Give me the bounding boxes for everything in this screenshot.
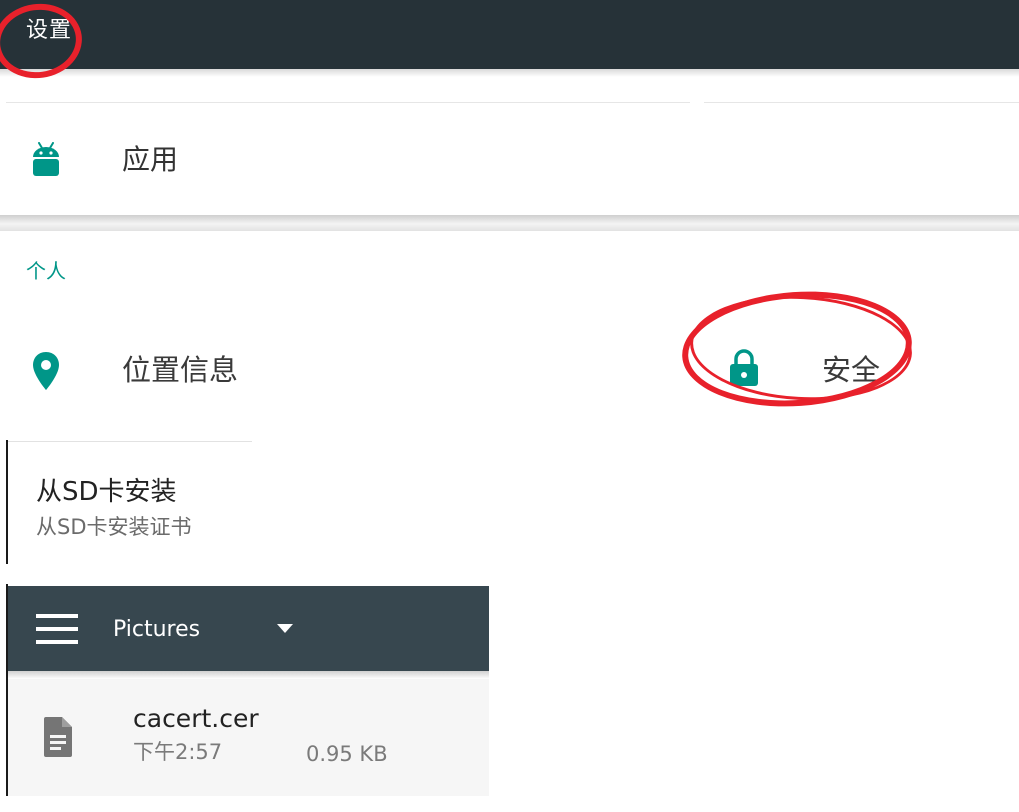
document-icon — [44, 717, 72, 757]
android-icon — [33, 142, 59, 176]
dropdown-arrow-icon[interactable] — [274, 620, 296, 636]
file-picker-toolbar — [8, 586, 489, 671]
install-from-sd-subtitle: 从SD卡安装证书 — [36, 515, 192, 539]
install-from-sd-title[interactable]: 从SD卡安装 — [36, 476, 177, 508]
file-modified-time: 下午2:57 — [133, 740, 223, 764]
section-separator — [0, 215, 1019, 231]
hamburger-menu-icon[interactable] — [36, 614, 78, 644]
divider — [8, 441, 252, 442]
file-name: cacert.cer — [133, 704, 259, 733]
settings-app-bar — [0, 0, 1019, 69]
settings-item-apps-label: 应用 — [122, 143, 179, 176]
location-pin-icon — [33, 352, 59, 390]
toolbar-shadow — [8, 671, 489, 679]
settings-item-location[interactable]: 位置信息 — [122, 352, 238, 388]
section-header-personal: 个人 — [26, 259, 66, 283]
file-size: 0.95 KB — [306, 742, 388, 766]
app-bar-shadow — [0, 69, 1019, 77]
file-list-item[interactable] — [8, 679, 489, 796]
folder-selector[interactable]: Pictures — [113, 616, 200, 644]
crop-edge-line — [6, 440, 8, 564]
